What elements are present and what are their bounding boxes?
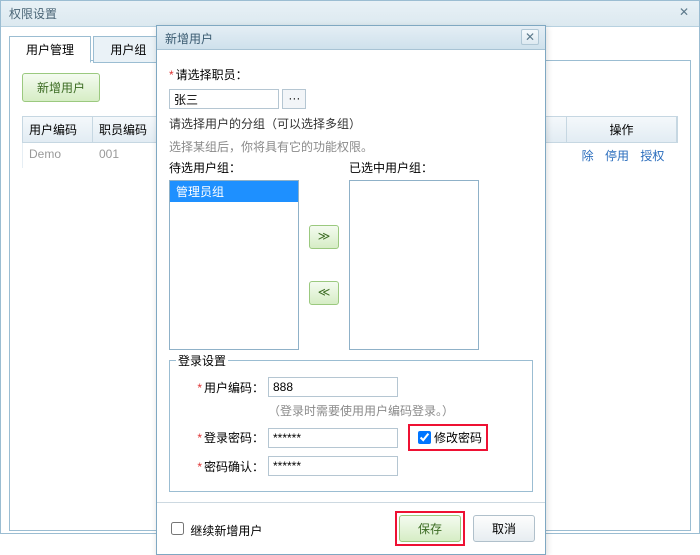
change-password-label: 修改密码 <box>434 429 482 446</box>
group-transfer: 管理员组 ≫ ≪ <box>169 180 533 350</box>
login-legend: 登录设置 <box>176 352 228 369</box>
required-asterisk: * <box>169 68 174 82</box>
cell-emp-code: 001 <box>93 143 163 168</box>
available-groups-listbox[interactable]: 管理员组 <box>169 180 299 350</box>
tab-user-mgmt[interactable]: 用户管理 <box>9 36 91 63</box>
user-code-label: 用户编码： <box>204 381 264 395</box>
op-delete-link[interactable]: 除 <box>582 149 594 163</box>
change-password-checkbox[interactable] <box>418 431 431 444</box>
dialog-body: *请选择职员： ··· 请选择用户的分组（可以选择多组） 选择某组后，你将具有它… <box>157 50 545 502</box>
avail-label: 待选用户组： <box>169 159 299 176</box>
dialog-footer: 继续新增用户 保存 取消 <box>157 502 545 554</box>
dialog-titlebar: 新增用户 ✕ <box>157 26 545 50</box>
dialog-close-icon[interactable]: ✕ <box>521 29 539 45</box>
group-prompt: 请选择用户的分组（可以选择多组） <box>169 115 533 132</box>
col-user-code: 用户编码 <box>23 117 93 142</box>
outer-title: 权限设置 <box>9 7 57 21</box>
change-password-highlight: 修改密码 <box>408 424 488 451</box>
op-disable-link[interactable]: 停用 <box>605 149 629 163</box>
list-item[interactable]: 管理员组 <box>170 181 298 202</box>
tab-user-group[interactable]: 用户组 <box>93 36 163 63</box>
outer-close-icon[interactable]: ✕ <box>675 5 693 21</box>
password-input[interactable] <box>268 428 398 448</box>
permissions-window: 权限设置 ✕ 用户管理 用户组 新增用户 用户编码 职员编码 操作 Demo 0… <box>0 0 700 534</box>
move-left-button[interactable]: ≪ <box>309 281 339 305</box>
password-label: 登录密码： <box>204 431 264 445</box>
user-code-input[interactable] <box>268 377 398 397</box>
selected-groups-listbox[interactable] <box>349 180 479 350</box>
cancel-button[interactable]: 取消 <box>473 515 535 542</box>
employee-input[interactable] <box>169 89 279 109</box>
group-hint: 选择某组后，你将具有它的功能权限。 <box>169 138 533 155</box>
outer-titlebar: 权限设置 ✕ <box>1 1 699 27</box>
continue-add-checkbox[interactable] <box>171 522 184 535</box>
add-user-dialog: 新增用户 ✕ *请选择职员： ··· 请选择用户的分组（可以选择多组） 选择某组… <box>156 25 546 555</box>
cell-user-code: Demo <box>23 143 93 168</box>
dialog-title: 新增用户 <box>165 32 213 46</box>
user-code-hint: （登录时需要使用用户编码登录。） <box>268 402 454 419</box>
employee-picker-button[interactable]: ··· <box>282 89 306 109</box>
add-user-button[interactable]: 新增用户 <box>22 73 100 102</box>
login-settings-box: 登录设置 *用户编码： （登录时需要使用用户编码登录。） *登录密码： <box>169 360 533 492</box>
move-right-button[interactable]: ≫ <box>309 225 339 249</box>
confirm-password-input[interactable] <box>268 456 398 476</box>
op-auth-link[interactable]: 授权 <box>640 149 664 163</box>
save-button[interactable]: 保存 <box>399 515 461 542</box>
cell-ops: 除 停用 授权 <box>568 143 678 168</box>
select-emp-row: *请选择职员： <box>169 66 533 83</box>
emp-input-row: ··· <box>169 89 533 109</box>
col-emp-code: 职员编码 <box>93 117 163 142</box>
save-button-highlight: 保存 <box>395 511 465 546</box>
col-ops: 操作 <box>567 117 677 142</box>
select-emp-label: 请选择职员： <box>176 66 248 83</box>
transfer-buttons: ≫ ≪ <box>299 180 349 350</box>
selected-label: 已选中用户组： <box>349 159 433 176</box>
confirm-password-label: 密码确认： <box>204 460 264 474</box>
continue-add-label: 继续新增用户 <box>190 524 262 538</box>
